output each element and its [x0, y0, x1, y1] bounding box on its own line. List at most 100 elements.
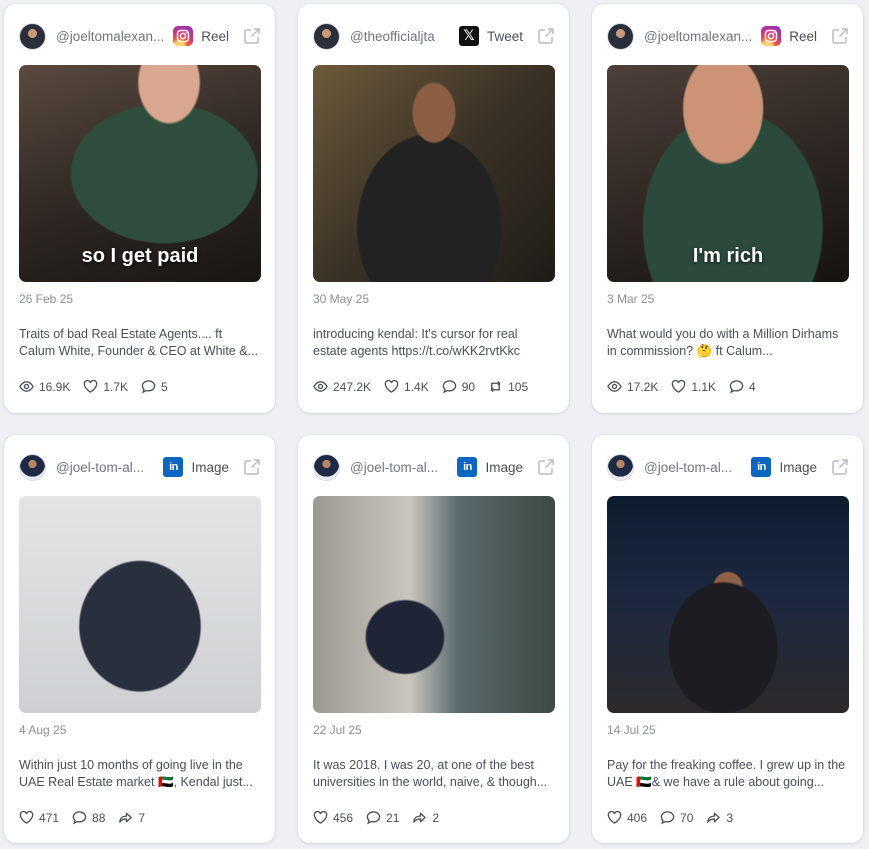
post-date: 30 May 25 — [313, 292, 370, 306]
post-thumbnail[interactable] — [313, 496, 555, 713]
post-card[interactable]: @joel-tom-al... in Image 22 Jul 25 It wa… — [298, 435, 569, 843]
post-card[interactable]: @joel-tom-al... in Image 4 Aug 25 Within… — [4, 435, 275, 843]
post-text: Pay for the freaking coffee. I grew up i… — [607, 758, 846, 789]
likes-stat: 456 — [313, 810, 353, 825]
post-thumbnail[interactable] — [19, 496, 261, 713]
post-thumbnail[interactable]: I'm rich — [607, 65, 849, 282]
platform-badge: 𝕏 Tweet — [458, 26, 523, 46]
external-link-icon[interactable] — [831, 458, 849, 476]
likes-stat: 1.1K — [671, 379, 716, 394]
likes-count: 1.7K — [103, 379, 129, 394]
post-type-label: Image — [191, 459, 229, 475]
comments-count: 90 — [461, 379, 476, 394]
post-card[interactable]: @joeltomalexan... Reel so I get paid 26 … — [4, 4, 275, 413]
author-handle[interactable]: @joeltomalexan... — [644, 29, 755, 44]
comments-count: 70 — [680, 810, 694, 825]
post-type-label: Reel — [789, 28, 817, 44]
author-handle[interactable]: @joeltomalexan... — [56, 29, 167, 44]
avatar[interactable] — [607, 22, 634, 50]
post-date: 26 Feb 25 — [19, 292, 74, 306]
comment-icon — [729, 380, 744, 394]
post-thumbnail[interactable] — [313, 65, 555, 282]
likes-stat: 1.4K — [384, 379, 429, 394]
comments-stat: 70 — [660, 810, 693, 825]
eye-icon — [313, 381, 328, 392]
avatar[interactable] — [19, 453, 46, 481]
heart-icon — [313, 810, 328, 824]
comment-icon — [72, 811, 87, 825]
post-text: Within just 10 months of going live in t… — [19, 758, 253, 789]
external-link-icon[interactable] — [831, 27, 849, 45]
post-type-label: Tweet — [486, 28, 523, 44]
post-text: What would you do with a Million Dirhams… — [607, 327, 839, 358]
instagram-icon — [761, 26, 782, 46]
comments-stat: 88 — [72, 810, 105, 825]
external-link-icon[interactable] — [243, 27, 261, 45]
comments-stat: 90 — [442, 379, 475, 394]
views-stat: 247.2K — [313, 379, 371, 394]
avatar[interactable] — [19, 22, 46, 50]
linkedin-icon: in — [751, 457, 772, 477]
author-handle[interactable]: @joel-tom-al... — [56, 460, 157, 475]
comments-count: 5 — [161, 379, 168, 394]
author-handle[interactable]: @joel-tom-al... — [644, 460, 745, 475]
post-stats: 247.2K 1.4K 90 105 — [313, 379, 541, 394]
avatar[interactable] — [313, 22, 340, 50]
card-header: @theofficialjta 𝕏 Tweet — [313, 22, 555, 50]
eye-icon — [19, 381, 34, 392]
shares-stat: 3 — [706, 810, 733, 825]
post-thumbnail[interactable]: so I get paid — [19, 65, 261, 282]
external-link-icon[interactable] — [243, 458, 261, 476]
comments-stat: 21 — [366, 810, 399, 825]
platform-badge: in Image — [457, 457, 523, 477]
card-header: @joeltomalexan... Reel — [19, 22, 261, 50]
shares-stat: 7 — [118, 810, 145, 825]
author-handle[interactable]: @joel-tom-al... — [350, 460, 451, 475]
post-thumbnail[interactable] — [607, 496, 849, 713]
likes-count: 471 — [39, 810, 60, 825]
post-stats: 456 21 2 — [313, 810, 452, 825]
platform-badge: in Image — [751, 457, 817, 477]
reposts-stat: 105 — [488, 379, 528, 394]
author-handle[interactable]: @theofficialjta — [350, 29, 453, 44]
avatar[interactable] — [313, 453, 340, 481]
share-icon — [413, 812, 427, 823]
post-date: 14 Jul 25 — [607, 723, 656, 737]
heart-icon — [384, 379, 399, 393]
card-header: @joel-tom-al... in Image — [313, 453, 555, 481]
share-icon — [707, 812, 721, 823]
shares-count: 7 — [138, 810, 146, 825]
views-count: 17.2K — [627, 379, 659, 394]
post-card[interactable]: @theofficialjta 𝕏 Tweet 30 May 25 introd… — [298, 4, 569, 413]
x-icon: 𝕏 — [458, 26, 479, 46]
video-caption: so I get paid — [81, 245, 199, 267]
post-text: It was 2018. I was 20, at one of the bes… — [313, 758, 548, 789]
post-date: 22 Jul 25 — [313, 723, 362, 737]
post-stats: 17.2K 1.1K 4 — [607, 379, 769, 394]
external-link-icon[interactable] — [537, 458, 555, 476]
post-stats: 16.9K 1.7K 5 — [19, 379, 181, 394]
external-link-icon[interactable] — [537, 27, 555, 45]
post-date: 4 Aug 25 — [19, 723, 67, 737]
platform-badge: in Image — [163, 457, 229, 477]
likes-count: 456 — [333, 810, 354, 825]
comment-icon — [141, 380, 156, 394]
views-count: 247.2K — [333, 379, 372, 394]
views-stat: 16.9K — [19, 379, 70, 394]
reposts-count: 105 — [508, 379, 529, 394]
post-type-label: Reel — [201, 28, 229, 44]
views-stat: 17.2K — [607, 379, 658, 394]
views-count: 16.9K — [39, 379, 71, 394]
likes-count: 1.4K — [404, 379, 429, 394]
comments-stat: 4 — [729, 379, 756, 394]
post-type-label: Image — [485, 459, 523, 475]
post-text: introducing kendal: It's cursor for real… — [313, 327, 521, 358]
eye-icon — [607, 381, 622, 392]
post-card[interactable]: @joel-tom-al... in Image 14 Jul 25 Pay f… — [592, 435, 863, 843]
avatar[interactable] — [607, 453, 634, 481]
video-caption: I'm rich — [692, 245, 764, 267]
post-card[interactable]: @joeltomalexan... Reel I'm rich 3 Mar 25… — [592, 4, 863, 413]
comments-count: 88 — [92, 810, 106, 825]
post-stats: 471 88 7 — [19, 810, 158, 825]
likes-stat: 471 — [19, 810, 59, 825]
